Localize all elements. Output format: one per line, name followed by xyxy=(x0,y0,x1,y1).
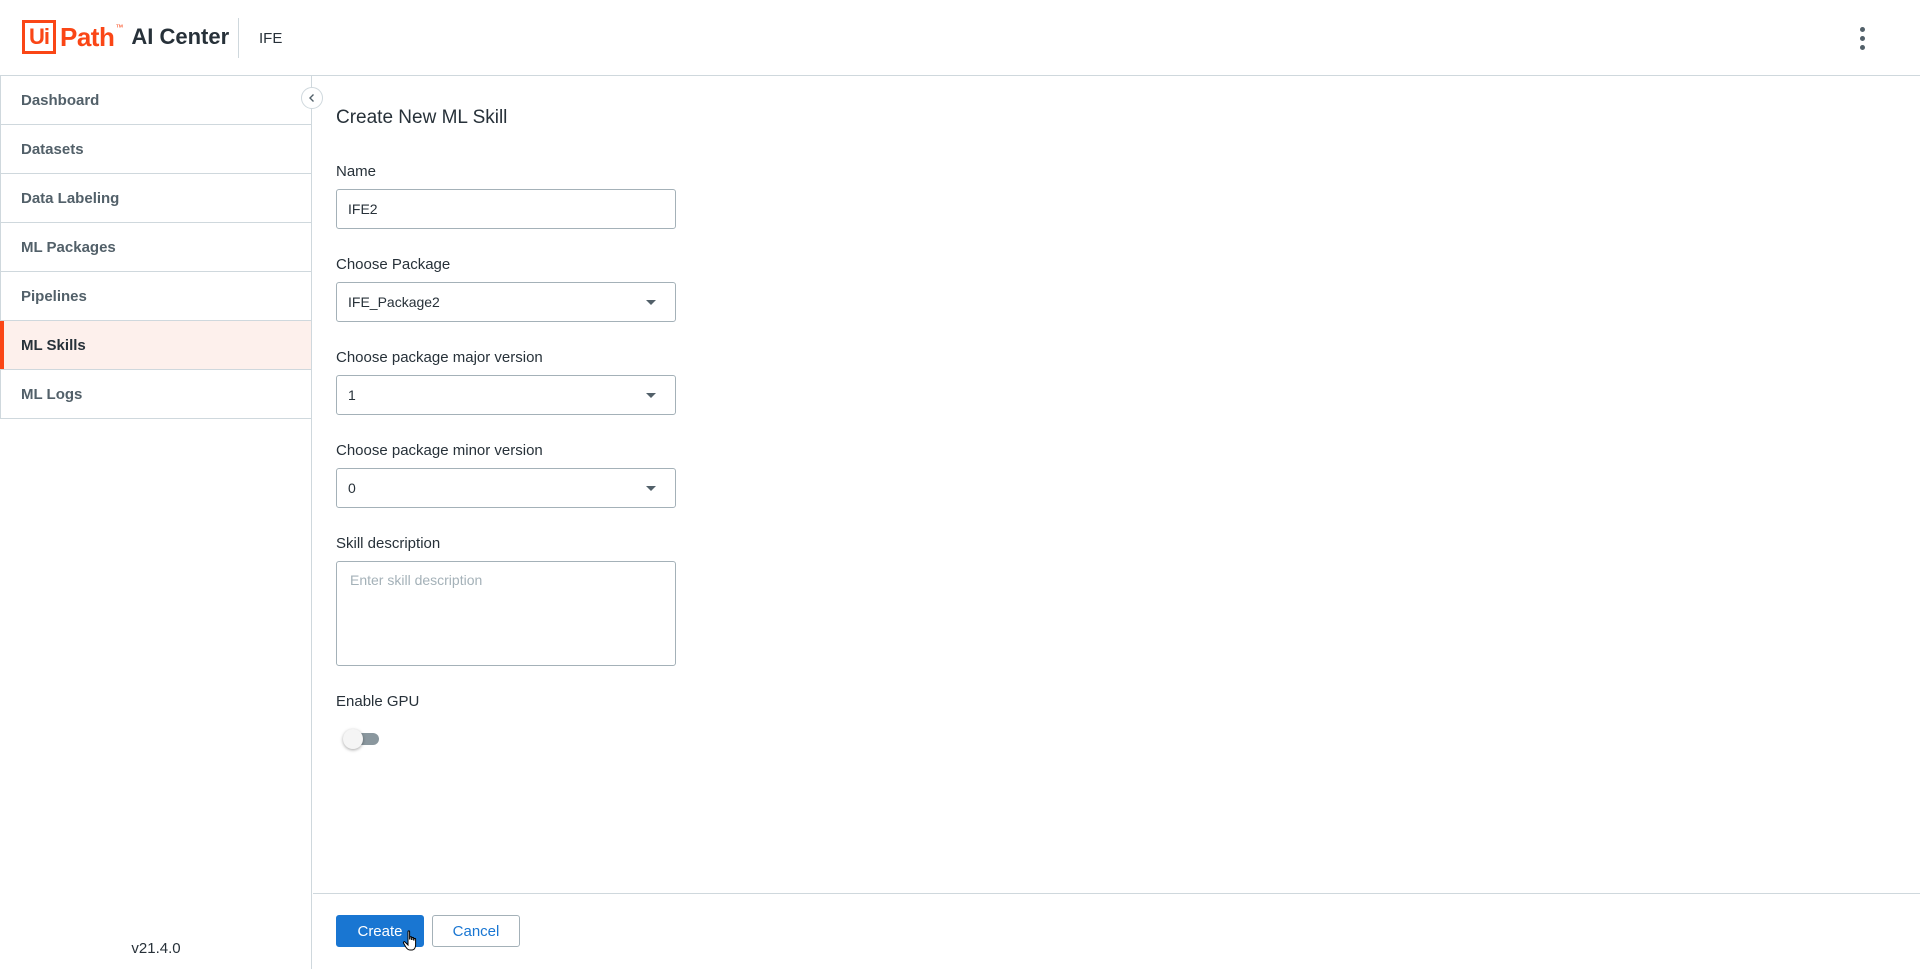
logo-ui-box: Ui xyxy=(22,20,56,54)
chevron-left-icon[interactable] xyxy=(301,87,323,109)
gpu-label: Enable GPU xyxy=(336,693,420,710)
sidebar-item-ml-packages[interactable]: ML Packages xyxy=(0,223,311,272)
uipath-logo: Ui Path ™ AI Center xyxy=(22,20,229,54)
skill-description-input[interactable] xyxy=(336,561,676,666)
create-skill-form: Create New ML Skill Name Choose Package … xyxy=(313,77,1920,969)
sidebar-item-pipelines[interactable]: Pipelines xyxy=(0,272,311,321)
package-select-value: IFE_Package2 xyxy=(348,294,440,310)
chevron-down-icon xyxy=(646,392,656,398)
minor-version-value: 0 xyxy=(348,480,356,496)
sidebar-item-label: ML Packages xyxy=(21,238,116,256)
sidebar-item-datasets[interactable]: Datasets xyxy=(0,125,311,174)
sidebar: Dashboard Datasets Data Labeling ML Pack… xyxy=(0,76,312,969)
tenant-name: IFE xyxy=(259,30,283,47)
sidebar-item-label: Data Labeling xyxy=(21,189,120,207)
kebab-dot xyxy=(1859,44,1865,50)
sidebar-item-data-labeling[interactable]: Data Labeling xyxy=(0,174,311,223)
sidebar-item-dashboard[interactable]: Dashboard xyxy=(0,76,311,125)
kebab-dot xyxy=(1859,35,1865,41)
description-label: Skill description xyxy=(336,535,441,552)
kebab-dot xyxy=(1859,26,1865,32)
page-title: Create New ML Skill xyxy=(336,107,508,128)
package-label: Choose Package xyxy=(336,256,451,273)
create-button[interactable]: Create xyxy=(336,915,424,947)
name-label: Name xyxy=(336,163,377,180)
sidebar-item-ml-skills[interactable]: ML Skills xyxy=(0,321,311,370)
package-select[interactable]: IFE_Package2 xyxy=(336,282,676,322)
logo-path-text: Path xyxy=(60,21,115,52)
name-input[interactable] xyxy=(336,189,676,229)
chevron-down-icon xyxy=(646,485,656,491)
footer-divider xyxy=(313,893,1920,894)
more-vertical-icon[interactable] xyxy=(1850,22,1874,54)
sidebar-item-label: Pipelines xyxy=(21,287,87,305)
sidebar-item-ml-logs[interactable]: ML Logs xyxy=(0,370,311,419)
sidebar-item-label: ML Logs xyxy=(21,385,83,403)
logo-trademark: ™ xyxy=(115,23,124,32)
sidebar-item-label: Dashboard xyxy=(21,91,100,109)
product-name: AI Center xyxy=(131,24,230,49)
major-version-value: 1 xyxy=(348,387,356,403)
sidebar-item-label: Datasets xyxy=(21,140,84,158)
cancel-button[interactable]: Cancel xyxy=(432,915,520,947)
toggle-thumb xyxy=(343,729,363,749)
enable-gpu-toggle[interactable] xyxy=(343,728,381,750)
major-version-label: Choose package major version xyxy=(336,349,543,366)
app-version: v21.4.0 xyxy=(131,940,181,957)
chevron-down-icon xyxy=(646,299,656,305)
sidebar-item-label: ML Skills xyxy=(21,336,86,354)
major-version-select[interactable]: 1 xyxy=(336,375,676,415)
minor-version-select[interactable]: 0 xyxy=(336,468,676,508)
app-header: Ui Path ™ AI Center IFE xyxy=(0,0,1920,76)
minor-version-label: Choose package minor version xyxy=(336,442,543,459)
header-divider xyxy=(238,18,239,58)
